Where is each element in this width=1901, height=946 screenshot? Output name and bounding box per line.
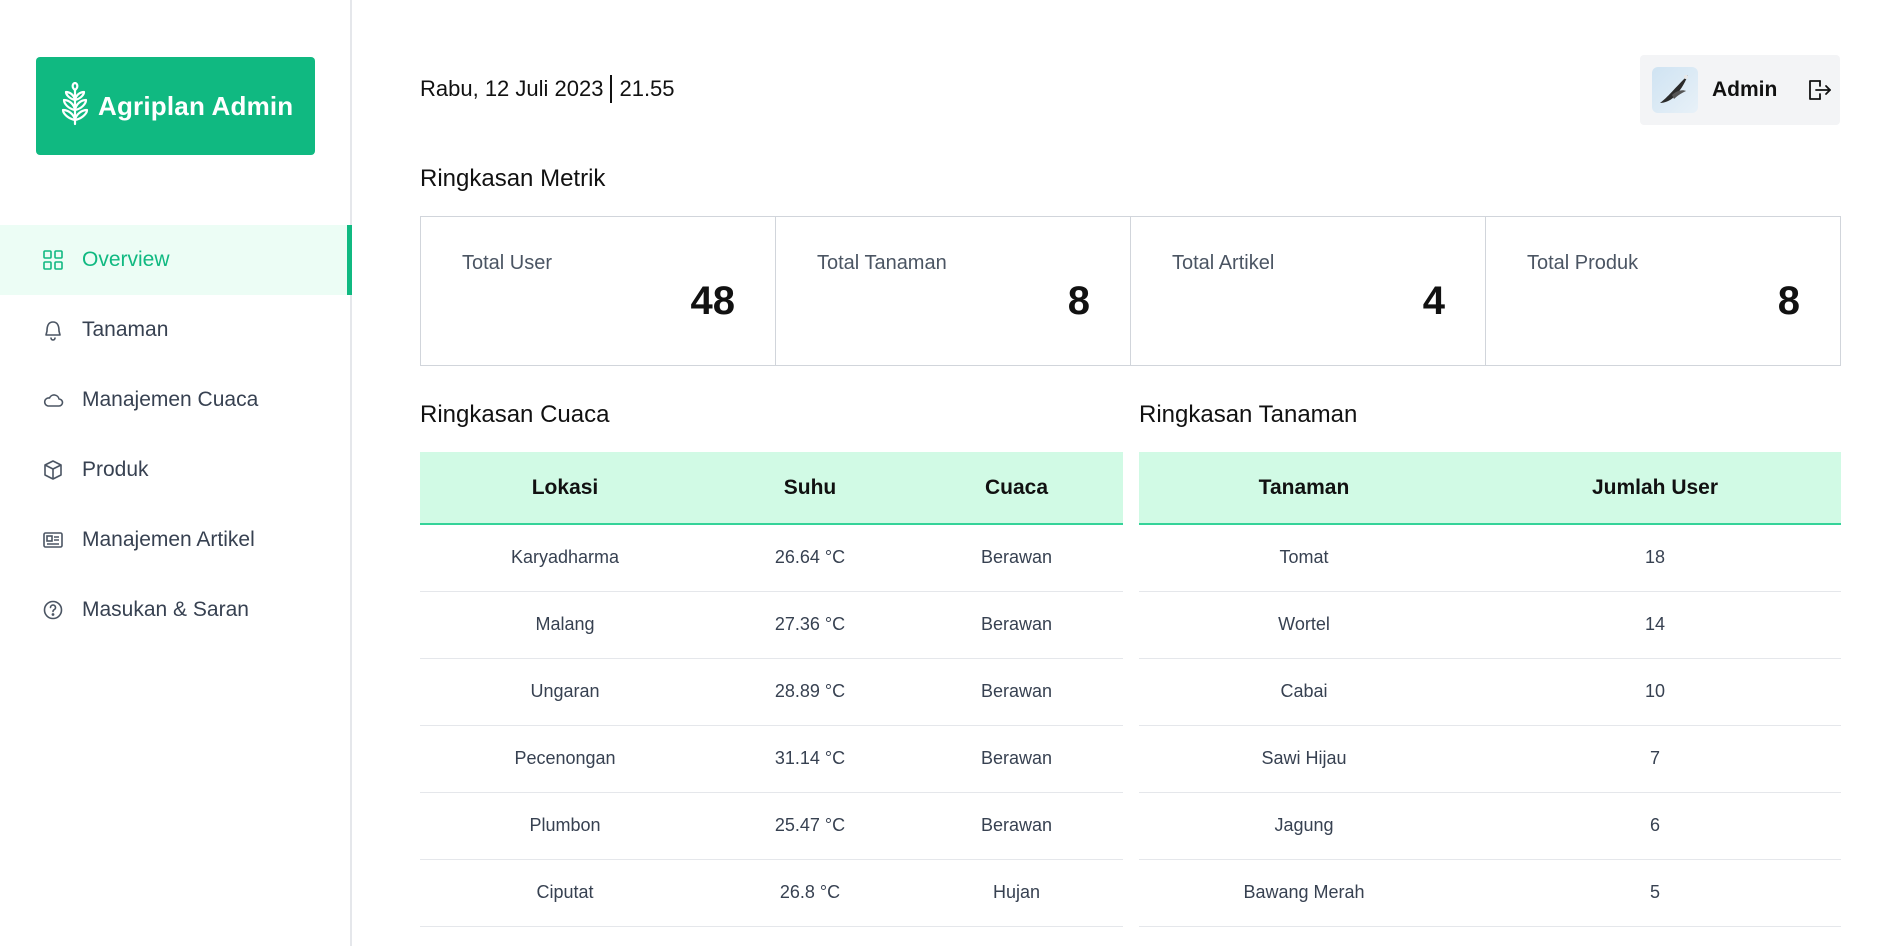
cell-temperature: 27.36 °C bbox=[710, 591, 910, 659]
cell-weather: Berawan bbox=[910, 792, 1123, 860]
cell-user-count: 7 bbox=[1469, 725, 1841, 793]
weather-table: Lokasi Suhu Cuaca Karyadharma 26.64 °C B… bbox=[420, 452, 1123, 927]
table-row: Wortel 14 bbox=[1139, 591, 1841, 659]
brand-logo[interactable]: Agriplan Admin bbox=[36, 57, 315, 155]
table-row: Pecenongan 31.14 °C Berawan bbox=[420, 725, 1123, 793]
cell-location: Karyadharma bbox=[420, 524, 710, 592]
table-row: Ciputat 26.8 °C Hujan bbox=[420, 859, 1123, 927]
metric-value: 8 bbox=[1067, 279, 1090, 323]
plant-icon bbox=[42, 319, 64, 341]
cell-location: Plumbon bbox=[420, 792, 710, 860]
user-name: Admin bbox=[1712, 78, 1778, 101]
sidebar-item-tanaman[interactable]: Tanaman bbox=[0, 295, 352, 365]
cell-user-count: 14 bbox=[1469, 591, 1841, 659]
metric-value: 8 bbox=[1777, 279, 1800, 323]
cell-plant: Cabai bbox=[1139, 658, 1469, 726]
sidebar-item-label: Produk bbox=[82, 458, 149, 481]
sidebar-item-label: Overview bbox=[82, 248, 170, 271]
cell-user-count: 18 bbox=[1469, 524, 1841, 592]
plants-table: Tanaman Jumlah User Tomat 18 Wortel 14 C… bbox=[1139, 452, 1841, 927]
metric-label: Total Artikel bbox=[1172, 252, 1275, 274]
cell-temperature: 26.8 °C bbox=[710, 859, 910, 927]
sidebar-item-produk[interactable]: Produk bbox=[0, 435, 352, 505]
table-header-row: Lokasi Suhu Cuaca bbox=[420, 452, 1123, 525]
cell-location: Ciputat bbox=[420, 859, 710, 927]
cell-weather: Hujan bbox=[910, 859, 1123, 927]
table-row: Jagung 6 bbox=[1139, 792, 1841, 860]
cell-weather: Berawan bbox=[910, 591, 1123, 659]
sidebar-item-label: Manajemen Cuaca bbox=[82, 388, 259, 411]
cell-temperature: 25.47 °C bbox=[710, 792, 910, 860]
sidebar-item-manajemen-artikel[interactable]: Manajemen Artikel bbox=[0, 505, 352, 575]
cell-user-count: 10 bbox=[1469, 658, 1841, 726]
box-icon bbox=[42, 459, 64, 481]
sidebar: Agriplan Admin Overview Tanaman Manajeme… bbox=[0, 0, 352, 946]
metric-card-total-artikel: Total Artikel 4 bbox=[1131, 217, 1486, 365]
cell-plant: Jagung bbox=[1139, 792, 1469, 860]
metric-card-total-user: Total User 48 bbox=[421, 217, 776, 365]
cell-location: Ungaran bbox=[420, 658, 710, 726]
column-header-cuaca[interactable]: Cuaca bbox=[910, 452, 1123, 525]
cell-weather: Berawan bbox=[910, 658, 1123, 726]
leaf-logo-icon bbox=[60, 81, 98, 131]
cell-temperature: 28.89 °C bbox=[710, 658, 910, 726]
current-datetime: Rabu, 12 Juli 2023 21.55 bbox=[420, 75, 675, 103]
user-menu: Admin bbox=[1640, 55, 1840, 125]
sidebar-item-label: Tanaman bbox=[82, 318, 169, 341]
cell-weather: Berawan bbox=[910, 725, 1123, 793]
table-row: Plumbon 25.47 °C Berawan bbox=[420, 792, 1123, 860]
cell-plant: Wortel bbox=[1139, 591, 1469, 659]
sidebar-item-masukan-saran[interactable]: Masukan & Saran bbox=[0, 575, 352, 645]
metric-label: Total User bbox=[462, 252, 553, 274]
cell-weather: Berawan bbox=[910, 524, 1123, 592]
column-header-tanaman[interactable]: Tanaman bbox=[1139, 452, 1469, 525]
table-row: Cabai 10 bbox=[1139, 658, 1841, 726]
sidebar-item-manajemen-cuaca[interactable]: Manajemen Cuaca bbox=[0, 365, 352, 435]
metric-label: Total Produk bbox=[1527, 252, 1639, 274]
cloud-icon bbox=[42, 389, 64, 411]
metric-value: 48 bbox=[690, 279, 736, 323]
column-header-suhu[interactable]: Suhu bbox=[710, 452, 910, 525]
logout-icon[interactable] bbox=[1805, 76, 1833, 104]
cell-plant: Sawi Hijau bbox=[1139, 725, 1469, 793]
column-header-lokasi[interactable]: Lokasi bbox=[420, 452, 710, 525]
cell-user-count: 5 bbox=[1469, 859, 1841, 927]
avatar[interactable] bbox=[1652, 67, 1698, 113]
metric-card-total-produk: Total Produk 8 bbox=[1486, 217, 1840, 365]
cell-temperature: 31.14 °C bbox=[710, 725, 910, 793]
metrics-summary: Total User 48 Total Tanaman 8 Total Arti… bbox=[420, 216, 1841, 366]
cell-user-count: 6 bbox=[1469, 792, 1841, 860]
sidebar-item-label: Manajemen Artikel bbox=[82, 528, 255, 551]
cell-location: Pecenongan bbox=[420, 725, 710, 793]
current-time: 21.55 bbox=[619, 76, 675, 101]
help-icon bbox=[42, 599, 64, 621]
column-header-jumlah-user[interactable]: Jumlah User bbox=[1469, 452, 1841, 525]
sidebar-nav: Overview Tanaman Manajemen Cuaca Produk … bbox=[0, 225, 352, 645]
table-row: Malang 27.36 °C Berawan bbox=[420, 591, 1123, 659]
cell-temperature: 26.64 °C bbox=[710, 524, 910, 592]
metric-label: Total Tanaman bbox=[817, 252, 947, 274]
datetime-divider bbox=[610, 75, 613, 103]
table-row: Karyadharma 26.64 °C Berawan bbox=[420, 524, 1123, 592]
table-row: Bawang Merah 5 bbox=[1139, 859, 1841, 927]
plants-section-title: Ringkasan Tanaman bbox=[1139, 401, 1358, 428]
grid-icon bbox=[42, 249, 64, 271]
article-icon bbox=[42, 529, 64, 551]
cell-location: Malang bbox=[420, 591, 710, 659]
metric-value: 4 bbox=[1422, 279, 1445, 323]
current-date: Rabu, 12 Juli 2023 bbox=[420, 76, 604, 101]
brand-name: Agriplan Admin bbox=[98, 90, 294, 121]
metrics-section-title: Ringkasan Metrik bbox=[420, 165, 606, 192]
table-header-row: Tanaman Jumlah User bbox=[1139, 452, 1841, 525]
cell-plant: Tomat bbox=[1139, 524, 1469, 592]
table-row: Ungaran 28.89 °C Berawan bbox=[420, 658, 1123, 726]
metric-card-total-tanaman: Total Tanaman 8 bbox=[776, 217, 1131, 365]
cell-plant: Bawang Merah bbox=[1139, 859, 1469, 927]
eagle-avatar-icon bbox=[1660, 75, 1688, 103]
table-row: Sawi Hijau 7 bbox=[1139, 725, 1841, 793]
weather-section-title: Ringkasan Cuaca bbox=[420, 401, 610, 428]
sidebar-item-label: Masukan & Saran bbox=[82, 598, 249, 621]
sidebar-item-overview[interactable]: Overview bbox=[0, 225, 352, 295]
table-row: Tomat 18 bbox=[1139, 524, 1841, 592]
